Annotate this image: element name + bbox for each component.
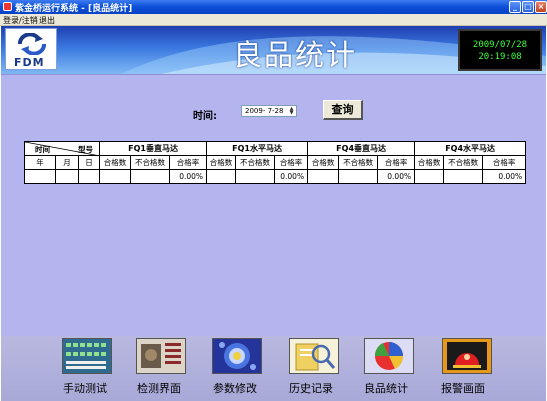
col-pass-rate: 合格率: [169, 155, 208, 170]
cell: [24, 169, 56, 184]
col-pass-rate: 合格率: [482, 155, 527, 170]
col-pass-count: 合格数: [414, 155, 445, 170]
corner-time: 时间: [35, 145, 50, 154]
title-bar: 紫金桥运行系统 - [良品统计] _ □ ×: [0, 0, 547, 14]
motor-header: FQ1水平马达: [206, 141, 309, 156]
alarm-icon[interactable]: [442, 338, 492, 374]
motor-header: FQ4垂直马达: [307, 141, 416, 156]
cell: [206, 169, 237, 184]
app-icon: [3, 2, 12, 11]
statistics-table: 时间 型号 FQ1垂直马达 FQ1水平马达 FQ4垂直马达 FQ4水平马达 年 …: [23, 141, 527, 184]
clock-time: 20:19:08: [478, 52, 522, 62]
cell: [55, 169, 79, 184]
header-banner: FDM 良品统计 2009/07/28 20:19:08: [1, 26, 546, 74]
cell: [443, 169, 484, 184]
cell: [235, 169, 276, 184]
corner-model: 型号: [78, 145, 94, 154]
manual-test-icon[interactable]: [62, 338, 112, 374]
col-fail-count: 不合格数: [443, 155, 484, 170]
time-label: 时间:: [193, 111, 217, 122]
motor-header: FQ1垂直马达: [99, 141, 208, 156]
cell: [130, 169, 171, 184]
cell: [338, 169, 379, 184]
company-logo: FDM: [5, 28, 57, 70]
maximize-button[interactable]: □: [522, 1, 534, 13]
col-pass-count: 合格数: [99, 155, 132, 170]
col-month: 月: [55, 155, 79, 170]
col-day: 日: [77, 155, 101, 170]
col-fail-count: 不合格数: [130, 155, 171, 170]
inspection-icon[interactable]: [136, 338, 186, 374]
pass-rate-cell: 0.00%: [274, 169, 309, 184]
clock-display: 2009/07/28 20:19:08: [458, 29, 542, 71]
table-row: 0.00% 0.00% 0.00% 0.00%: [24, 169, 527, 184]
motor-header: FQ4水平马达: [414, 141, 527, 156]
date-picker[interactable]: 2009- 7-28 ▲ ▼: [241, 105, 297, 117]
nav-label-alarm[interactable]: 报警画面: [441, 380, 485, 396]
nav-label-manual-test[interactable]: 手动测试: [63, 380, 107, 396]
spin-arrows-icon[interactable]: ▲ ▼: [288, 107, 295, 116]
date-value: 2009- 7-28: [245, 107, 284, 115]
bottom-nav: 手动测试 检测界面 参数修改 历史记录 良品统计 报警画面: [1, 336, 546, 401]
nav-label-statistics[interactable]: 良品统计: [364, 380, 408, 396]
nav-label-inspection[interactable]: 检测界面: [137, 380, 181, 396]
main-panel: 时间: 2009- 7-28 ▲ ▼ 查询 时间 型号 FQ1垂直马达 FQ1水平…: [1, 74, 546, 336]
menu-item-login[interactable]: 登录/注销: [3, 15, 38, 26]
cell: [307, 169, 340, 184]
parameters-icon[interactable]: [212, 338, 262, 374]
col-pass-count: 合格数: [307, 155, 340, 170]
cell: [99, 169, 132, 184]
nav-label-parameters[interactable]: 参数修改: [213, 380, 257, 396]
table-subheader-row: 年 月 日 合格数 不合格数 合格率 合格数 不合格数 合格率 合格数 不合格数…: [24, 155, 527, 170]
pass-rate-cell: 0.00%: [377, 169, 416, 184]
col-year: 年: [24, 155, 56, 170]
corner-header: 时间 型号: [23, 141, 101, 156]
col-pass-rate: 合格率: [377, 155, 416, 170]
col-fail-count: 不合格数: [338, 155, 379, 170]
logo-icon: [18, 33, 46, 55]
cell: [414, 169, 445, 184]
clock-date: 2009/07/28: [472, 40, 528, 50]
window-title: 紫金桥运行系统 - [良品统计]: [15, 4, 133, 14]
menu-item-exit[interactable]: 退出: [39, 15, 55, 26]
col-fail-count: 不合格数: [235, 155, 276, 170]
cell: [77, 169, 101, 184]
history-icon[interactable]: [289, 338, 339, 374]
pass-rate-cell: 0.00%: [482, 169, 527, 184]
close-button[interactable]: ×: [535, 1, 547, 13]
page-title: 良品统计: [233, 38, 358, 72]
query-button[interactable]: 查询: [323, 100, 363, 120]
pass-rate-cell: 0.00%: [169, 169, 208, 184]
table-header-row: 时间 型号 FQ1垂直马达 FQ1水平马达 FQ4垂直马达 FQ4水平马达: [23, 141, 527, 156]
statistics-icon[interactable]: [364, 338, 414, 374]
logo-text: FDM: [14, 56, 45, 69]
col-pass-rate: 合格率: [274, 155, 309, 170]
col-pass-count: 合格数: [206, 155, 237, 170]
minimize-button[interactable]: _: [509, 1, 521, 13]
menu-bar: 登录/注销 退出: [0, 14, 547, 26]
nav-label-history[interactable]: 历史记录: [289, 380, 333, 396]
